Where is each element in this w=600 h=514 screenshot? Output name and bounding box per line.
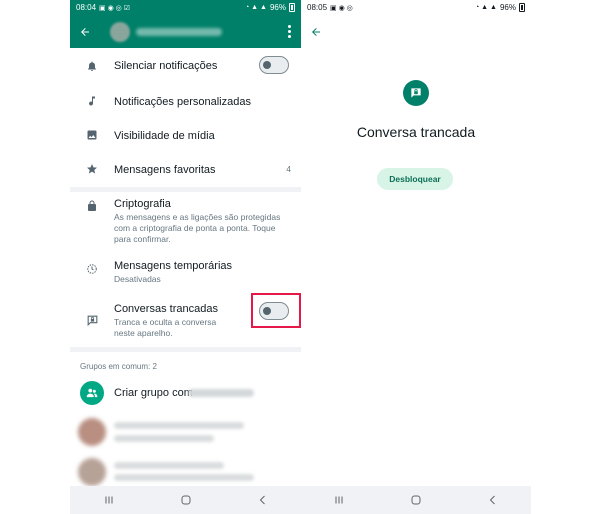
group-name-blurred xyxy=(114,462,224,469)
status-bar: 08:04 ▣ ◉ ◎ ☑ ◔ ▲ ▲ 96% xyxy=(70,0,301,15)
signal-icons: ◔ ▲ ▲ xyxy=(475,4,497,11)
system-nav-bar xyxy=(301,486,531,514)
setting-label: Mensagens temporárias xyxy=(114,260,233,272)
locked-chat-screen: 08:05 ▣ ◉ ◎ ◔ ▲ ▲ 96% Conversa trancada … xyxy=(301,0,531,514)
mute-toggle[interactable] xyxy=(259,56,289,74)
more-options-icon[interactable] xyxy=(283,24,295,40)
back-nav-icon[interactable] xyxy=(483,490,503,510)
highlight-annotation xyxy=(251,293,301,328)
common-groups-label: Grupos em comum: 2 xyxy=(80,362,157,371)
notification-icons: ▣ ◉ ◎ ☑ xyxy=(99,4,130,12)
bell-icon xyxy=(85,59,99,73)
home-icon[interactable] xyxy=(176,490,196,510)
setting-starred-messages[interactable]: Mensagens favoritas 4 xyxy=(70,161,301,179)
contact-avatar[interactable] xyxy=(110,21,130,42)
group-members-blurred xyxy=(114,435,214,442)
unlock-button[interactable]: Desbloquear xyxy=(377,168,453,190)
setting-description: Tranca e oculta a conversa neste aparelh… xyxy=(114,317,217,338)
create-group-label[interactable]: Criar grupo com xyxy=(114,387,193,400)
group-members-blurred xyxy=(114,474,254,481)
contact-name-blurred xyxy=(188,389,254,397)
battery-icon xyxy=(519,3,525,12)
home-icon[interactable] xyxy=(406,490,426,510)
back-nav-icon[interactable] xyxy=(253,490,273,510)
chat-lock-icon xyxy=(403,80,429,106)
section-divider xyxy=(70,347,301,352)
battery-icon xyxy=(289,3,295,12)
star-icon xyxy=(85,162,99,176)
image-icon xyxy=(85,128,99,142)
chat-lock-icon xyxy=(85,313,99,327)
setting-label: Notificações personalizadas xyxy=(114,96,251,108)
recents-icon[interactable] xyxy=(99,490,119,510)
section-divider xyxy=(70,187,301,192)
status-bar: 08:05 ▣ ◉ ◎ ◔ ▲ ▲ 96% xyxy=(301,0,531,15)
music-note-icon xyxy=(85,94,99,108)
status-time: 08:04 xyxy=(76,3,97,12)
setting-label: Visibilidade de mídia xyxy=(114,130,215,142)
setting-status: Desativadas xyxy=(114,274,161,284)
notification-icons: ▣ ◉ ◎ xyxy=(330,4,353,12)
recents-icon[interactable] xyxy=(329,490,349,510)
battery-level: 96% xyxy=(269,3,286,12)
setting-custom-notifications[interactable]: Notificações personalizadas xyxy=(70,93,301,111)
setting-label: Mensagens favoritas xyxy=(114,164,216,176)
back-arrow-icon[interactable] xyxy=(307,23,325,41)
lock-icon xyxy=(85,199,99,213)
app-bar xyxy=(70,15,301,48)
status-time: 08:05 xyxy=(307,3,328,12)
group-add-icon[interactable] xyxy=(80,381,104,405)
group-avatar-blurred[interactable] xyxy=(78,458,106,486)
contact-info-screen: 08:04 ▣ ◉ ◎ ☑ ◔ ▲ ▲ 96% Silenciar notifi… xyxy=(70,0,301,514)
setting-disappearing-messages[interactable]: Mensagens temporárias Desativadas xyxy=(70,260,301,286)
signal-icons: ◔ ▲ ▲ xyxy=(245,4,267,11)
setting-media-visibility[interactable]: Visibilidade de mídia xyxy=(70,127,301,145)
system-nav-bar xyxy=(70,486,301,514)
app-bar xyxy=(301,15,531,48)
timer-icon xyxy=(85,262,99,276)
setting-label: Criptografia xyxy=(114,198,171,210)
toggle-knob xyxy=(263,60,271,69)
locked-chat-title: Conversa trancada xyxy=(356,124,476,140)
group-avatar-blurred[interactable] xyxy=(78,418,106,446)
setting-encryption[interactable]: Criptografia As mensagens e as ligações … xyxy=(70,198,301,246)
back-arrow-icon[interactable] xyxy=(76,23,94,41)
group-name-blurred xyxy=(114,422,244,429)
starred-count: 4 xyxy=(286,164,291,174)
contact-name-blurred[interactable] xyxy=(136,27,222,36)
setting-description: As mensagens e as ligações são protegida… xyxy=(114,212,281,244)
battery-level: 96% xyxy=(499,3,516,12)
